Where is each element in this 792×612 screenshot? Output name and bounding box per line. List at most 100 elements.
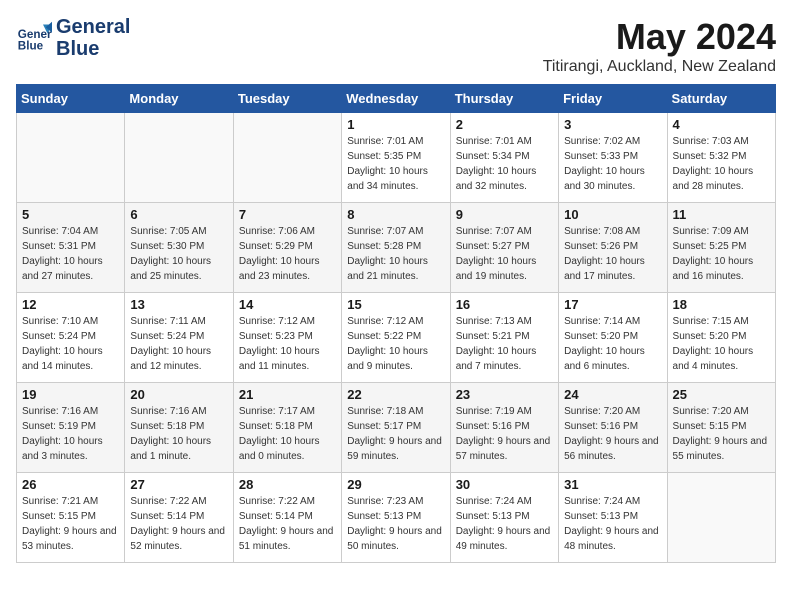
calendar-cell: 25Sunrise: 7:20 AMSunset: 5:15 PMDayligh… xyxy=(667,383,775,473)
day-info: Sunrise: 7:22 AMSunset: 5:14 PMDaylight:… xyxy=(239,494,336,554)
day-info: Sunrise: 7:17 AMSunset: 5:18 PMDaylight:… xyxy=(239,404,336,464)
calendar-cell: 2Sunrise: 7:01 AMSunset: 5:34 PMDaylight… xyxy=(450,113,558,203)
day-info: Sunrise: 7:09 AMSunset: 5:25 PMDaylight:… xyxy=(673,224,770,284)
day-number: 17 xyxy=(564,297,661,312)
day-info: Sunrise: 7:07 AMSunset: 5:28 PMDaylight:… xyxy=(347,224,444,284)
calendar-table: SundayMondayTuesdayWednesdayThursdayFrid… xyxy=(16,84,776,563)
day-number: 22 xyxy=(347,387,444,402)
weekday-header: Sunday xyxy=(17,85,125,113)
calendar-cell: 22 Sunrise: 7:18 AMSunset: 5:17 PMDayligh… xyxy=(342,383,450,473)
day-number: 10 xyxy=(564,207,661,222)
day-number: 28 xyxy=(239,477,336,492)
logo-text-line1: General xyxy=(56,16,130,38)
calendar-week-row: 5 Sunrise: 7:04 AMSunset: 5:31 PMDaylight… xyxy=(17,203,776,293)
day-number: 31 xyxy=(564,477,661,492)
calendar-cell: 19Sunrise: 7:16 AMSunset: 5:19 PMDayligh… xyxy=(17,383,125,473)
calendar-cell xyxy=(667,473,775,563)
calendar-cell: 5 Sunrise: 7:04 AMSunset: 5:31 PMDaylight… xyxy=(17,203,125,293)
day-number: 18 xyxy=(673,297,770,312)
calendar-cell: 24 Sunrise: 7:20 AMSunset: 5:16 PMDayligh… xyxy=(559,383,667,473)
calendar-cell xyxy=(233,113,341,203)
day-number: 6 xyxy=(130,207,227,222)
day-number: 16 xyxy=(456,297,553,312)
calendar-cell: 27 Sunrise: 7:22 AMSunset: 5:14 PMDayligh… xyxy=(125,473,233,563)
page-header: General Blue General Blue May 2024 Titir… xyxy=(16,16,776,76)
calendar-cell: 31 Sunrise: 7:24 AMSunset: 5:13 PMDayligh… xyxy=(559,473,667,563)
day-number: 8 xyxy=(347,207,444,222)
weekday-header: Friday xyxy=(559,85,667,113)
day-number: 1 xyxy=(347,117,444,132)
calendar-week-row: 1Sunrise: 7:01 AMSunset: 5:35 PMDaylight… xyxy=(17,113,776,203)
calendar-cell: 13 Sunrise: 7:11 AMSunset: 5:24 PMDayligh… xyxy=(125,293,233,383)
day-number: 26 xyxy=(22,477,119,492)
day-number: 4 xyxy=(673,117,770,132)
day-info: Sunrise: 7:24 AMSunset: 5:13 PMDaylight:… xyxy=(564,494,661,554)
weekday-header: Tuesday xyxy=(233,85,341,113)
day-number: 13 xyxy=(130,297,227,312)
calendar-cell: 26 Sunrise: 7:21 AMSunset: 5:15 PMDayligh… xyxy=(17,473,125,563)
day-number: 11 xyxy=(673,207,770,222)
day-info: Sunrise: 7:20 AMSunset: 5:16 PMDaylight:… xyxy=(564,404,661,464)
title-block: May 2024 Titirangi, Auckland, New Zealan… xyxy=(543,16,776,76)
day-info: Sunrise: 7:21 AMSunset: 5:15 PMDaylight:… xyxy=(22,494,119,554)
day-number: 9 xyxy=(456,207,553,222)
day-number: 24 xyxy=(564,387,661,402)
day-number: 23 xyxy=(456,387,553,402)
day-info: Sunrise: 7:18 AMSunset: 5:17 PMDaylight:… xyxy=(347,404,444,464)
day-number: 7 xyxy=(239,207,336,222)
calendar-cell: 12 Sunrise: 7:10 AMSunset: 5:24 PMDayligh… xyxy=(17,293,125,383)
calendar-cell: 17 Sunrise: 7:14 AMSunset: 5:20 PMDayligh… xyxy=(559,293,667,383)
day-info: Sunrise: 7:16 AMSunset: 5:18 PMDaylight:… xyxy=(130,404,227,464)
weekday-header: Thursday xyxy=(450,85,558,113)
calendar-cell: 20 Sunrise: 7:16 AMSunset: 5:18 PMDayligh… xyxy=(125,383,233,473)
calendar-cell: 7Sunrise: 7:06 AMSunset: 5:29 PMDaylight… xyxy=(233,203,341,293)
calendar-cell: 16Sunrise: 7:13 AMSunset: 5:21 PMDayligh… xyxy=(450,293,558,383)
logo-text-line2: Blue xyxy=(56,38,130,60)
day-info: Sunrise: 7:16 AMSunset: 5:19 PMDaylight:… xyxy=(22,404,119,464)
month-title: May 2024 xyxy=(543,16,776,58)
calendar-cell: 29 Sunrise: 7:23 AMSunset: 5:13 PMDayligh… xyxy=(342,473,450,563)
calendar-cell: 18 Sunrise: 7:15 AMSunset: 5:20 PMDayligh… xyxy=(667,293,775,383)
day-number: 5 xyxy=(22,207,119,222)
calendar-week-row: 26 Sunrise: 7:21 AMSunset: 5:15 PMDayligh… xyxy=(17,473,776,563)
calendar-cell: 9 Sunrise: 7:07 AMSunset: 5:27 PMDaylight… xyxy=(450,203,558,293)
day-info: Sunrise: 7:07 AMSunset: 5:27 PMDaylight:… xyxy=(456,224,553,284)
day-info: Sunrise: 7:22 AMSunset: 5:14 PMDaylight:… xyxy=(130,494,227,554)
calendar-cell: 6 Sunrise: 7:05 AMSunset: 5:30 PMDaylight… xyxy=(125,203,233,293)
calendar-cell: 30 Sunrise: 7:24 AMSunset: 5:13 PMDayligh… xyxy=(450,473,558,563)
day-info: Sunrise: 7:02 AMSunset: 5:33 PMDaylight:… xyxy=(564,134,661,194)
calendar-cell: 11 Sunrise: 7:09 AMSunset: 5:25 PMDayligh… xyxy=(667,203,775,293)
calendar-cell: 10 Sunrise: 7:08 AMSunset: 5:26 PMDayligh… xyxy=(559,203,667,293)
logo-icon: General Blue xyxy=(16,20,52,56)
day-info: Sunrise: 7:23 AMSunset: 5:13 PMDaylight:… xyxy=(347,494,444,554)
day-info: Sunrise: 7:15 AMSunset: 5:20 PMDaylight:… xyxy=(673,314,770,374)
calendar-cell: 8 Sunrise: 7:07 AMSunset: 5:28 PMDaylight… xyxy=(342,203,450,293)
location: Titirangi, Auckland, New Zealand xyxy=(543,58,776,76)
day-info: Sunrise: 7:08 AMSunset: 5:26 PMDaylight:… xyxy=(564,224,661,284)
day-number: 30 xyxy=(456,477,553,492)
calendar-week-row: 12 Sunrise: 7:10 AMSunset: 5:24 PMDayligh… xyxy=(17,293,776,383)
day-number: 25 xyxy=(673,387,770,402)
day-number: 20 xyxy=(130,387,227,402)
day-info: Sunrise: 7:01 AMSunset: 5:34 PMDaylight:… xyxy=(456,134,553,194)
day-info: Sunrise: 7:10 AMSunset: 5:24 PMDaylight:… xyxy=(22,314,119,374)
day-number: 15 xyxy=(347,297,444,312)
day-info: Sunrise: 7:05 AMSunset: 5:30 PMDaylight:… xyxy=(130,224,227,284)
day-info: Sunrise: 7:04 AMSunset: 5:31 PMDaylight:… xyxy=(22,224,119,284)
calendar-cell: 1Sunrise: 7:01 AMSunset: 5:35 PMDaylight… xyxy=(342,113,450,203)
day-number: 27 xyxy=(130,477,227,492)
logo: General Blue General Blue xyxy=(16,16,130,60)
weekday-header: Saturday xyxy=(667,85,775,113)
day-number: 12 xyxy=(22,297,119,312)
calendar-cell xyxy=(17,113,125,203)
day-number: 21 xyxy=(239,387,336,402)
day-number: 29 xyxy=(347,477,444,492)
svg-text:Blue: Blue xyxy=(18,40,44,53)
day-info: Sunrise: 7:11 AMSunset: 5:24 PMDaylight:… xyxy=(130,314,227,374)
day-info: Sunrise: 7:12 AMSunset: 5:22 PMDaylight:… xyxy=(347,314,444,374)
calendar-cell: 4Sunrise: 7:03 AMSunset: 5:32 PMDaylight… xyxy=(667,113,775,203)
calendar-cell: 23Sunrise: 7:19 AMSunset: 5:16 PMDayligh… xyxy=(450,383,558,473)
day-info: Sunrise: 7:14 AMSunset: 5:20 PMDaylight:… xyxy=(564,314,661,374)
weekday-header: Monday xyxy=(125,85,233,113)
day-info: Sunrise: 7:24 AMSunset: 5:13 PMDaylight:… xyxy=(456,494,553,554)
